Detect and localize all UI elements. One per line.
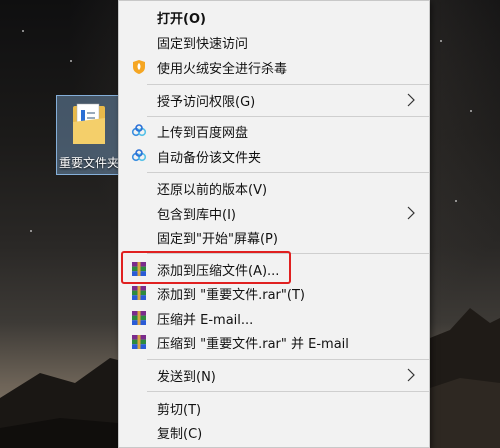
- menu-item-label: 复制(C): [157, 426, 203, 442]
- menu-item-huorong-scan[interactable]: 使用火绒安全进行杀毒: [119, 55, 429, 79]
- menu-item-baidu-backup[interactable]: 自动备份该文件夹: [119, 144, 429, 168]
- desktop-file-icon-selected[interactable]: 重要文件夹: [56, 95, 120, 175]
- menu-item-open[interactable]: 打开(O): [119, 5, 429, 29]
- menu-item-pin-start[interactable]: 固定到"开始"屏幕(P): [119, 225, 429, 249]
- menu-item-label: 上传到百度网盘: [157, 125, 249, 141]
- star: [470, 110, 472, 112]
- menu-item-include-library[interactable]: 包含到库中(I): [119, 201, 429, 225]
- star: [30, 230, 32, 232]
- winrar-icon: [132, 335, 146, 349]
- chevron-right-icon: [407, 93, 415, 107]
- menu-separator: [147, 359, 429, 360]
- menu-item-baidu-upload[interactable]: 上传到百度网盘: [119, 119, 429, 143]
- menu-separator: [147, 172, 429, 173]
- menu-item-grant-access[interactable]: 授予访问权限(G): [119, 88, 429, 112]
- menu-item-label: 固定到快速访问: [157, 36, 249, 52]
- menu-item-add-to-rar[interactable]: 添加到 "重要文件.rar"(T): [119, 281, 429, 305]
- menu-item-label: 压缩并 E-mail...: [157, 312, 254, 328]
- chevron-right-icon: [407, 368, 415, 382]
- star: [22, 30, 24, 32]
- menu-item-label: 添加到 "重要文件.rar"(T): [157, 287, 305, 303]
- winrar-icon: [132, 286, 146, 300]
- star: [70, 60, 72, 62]
- menu-separator: [147, 391, 429, 392]
- highlight-annotation-box: [121, 251, 291, 284]
- huorong-shield-icon: [133, 60, 145, 74]
- chevron-right-icon: [407, 206, 415, 220]
- menu-item-label: 固定到"开始"屏幕(P): [157, 231, 278, 247]
- folder-icon: [73, 103, 105, 144]
- menu-item-restore-versions[interactable]: 还原以前的版本(V): [119, 176, 429, 200]
- menu-separator: [147, 84, 429, 85]
- winrar-icon: [132, 311, 146, 325]
- baidu-cloud-icon: [131, 124, 147, 137]
- context-menu: 打开(O) 固定到快速访问 使用火绒安全进行杀毒 授予访问权限(G) 上传到百度…: [118, 0, 430, 448]
- menu-item-cut[interactable]: 剪切(T): [119, 396, 429, 420]
- menu-item-label: 授予访问权限(G): [157, 94, 256, 110]
- menu-item-label: 还原以前的版本(V): [157, 182, 268, 198]
- star: [455, 200, 457, 202]
- menu-item-label: 使用火绒安全进行杀毒: [157, 61, 288, 77]
- menu-item-label: 压缩到 "重要文件.rar" 并 E-mail: [157, 336, 349, 352]
- menu-item-label: 包含到库中(I): [157, 207, 236, 223]
- menu-item-copy[interactable]: 复制(C): [119, 420, 429, 444]
- baidu-cloud-icon: [131, 149, 147, 162]
- menu-item-pin-quick-access[interactable]: 固定到快速访问: [119, 30, 429, 54]
- menu-item-send-to[interactable]: 发送到(N): [119, 363, 429, 387]
- menu-item-label: 发送到(N): [157, 369, 216, 385]
- menu-item-label: 打开(O): [157, 11, 206, 27]
- menu-separator: [147, 116, 429, 117]
- menu-item-compress-rar-email[interactable]: 压缩到 "重要文件.rar" 并 E-mail: [119, 330, 429, 354]
- menu-item-label: 剪切(T): [157, 402, 202, 418]
- menu-item-label: 自动备份该文件夹: [157, 150, 262, 166]
- menu-item-compress-email[interactable]: 压缩并 E-mail...: [119, 306, 429, 330]
- star: [440, 40, 442, 42]
- desktop-file-label: 重要文件夹: [58, 156, 119, 170]
